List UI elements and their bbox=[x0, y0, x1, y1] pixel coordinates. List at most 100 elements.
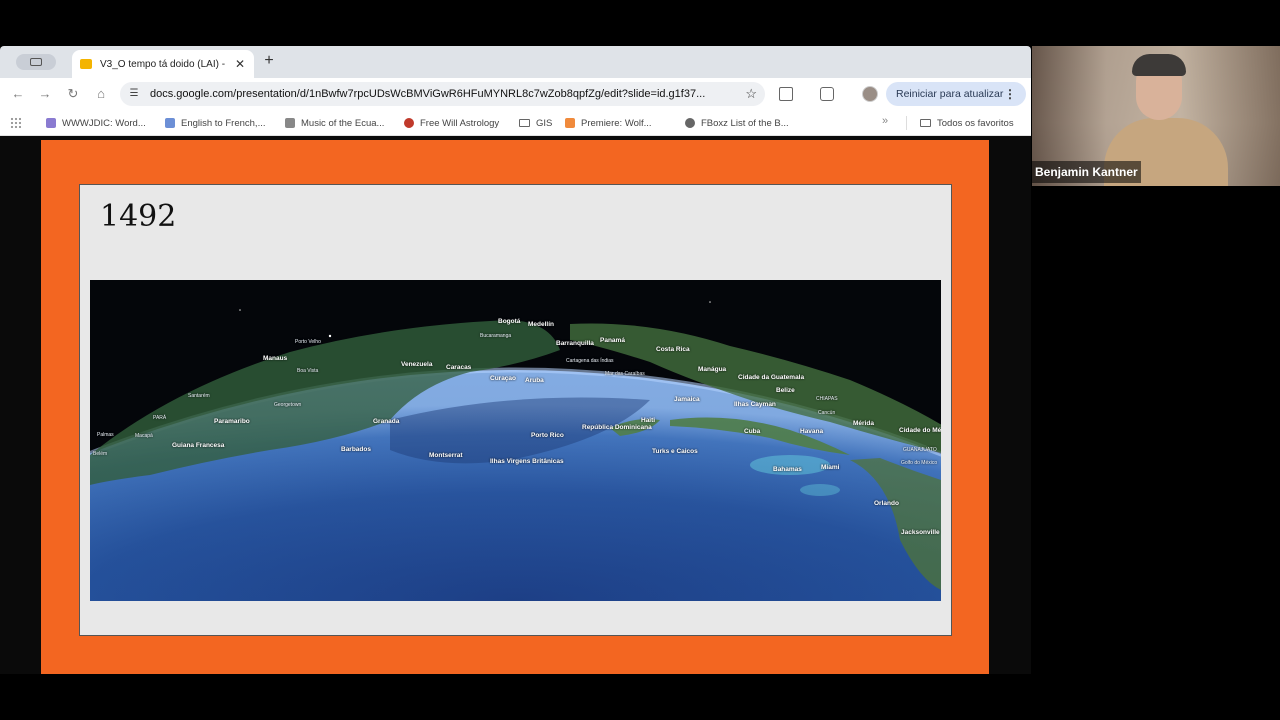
map-place-label: Ilhas Virgens Britânicas bbox=[490, 458, 564, 465]
bookmark-label: Premiere: Wolf... bbox=[581, 117, 652, 129]
map-place-label: Belém bbox=[93, 451, 108, 457]
more-bookmarks-chevron-icon[interactable]: » bbox=[882, 115, 888, 127]
map-place-label: Curaçao bbox=[490, 375, 517, 382]
map-place-label: Cidade da Guatemala bbox=[738, 374, 805, 381]
map-place-label: Golfo do México bbox=[901, 460, 938, 466]
map-place-label: Jacksonville bbox=[901, 529, 940, 536]
bookmarks-divider bbox=[906, 116, 907, 130]
bookmark-label: WWWJDIC: Word... bbox=[62, 117, 146, 129]
home-icon[interactable]: ⌂ bbox=[93, 86, 109, 102]
tab-title: V3_O tempo tá doido (LAI) - Go bbox=[100, 58, 228, 70]
profile-avatar[interactable] bbox=[862, 86, 878, 102]
site-settings-icon[interactable]: ☰ bbox=[128, 88, 140, 100]
apps-grid-icon[interactable] bbox=[10, 117, 21, 128]
map-place-label: Paramaribo bbox=[214, 418, 250, 425]
map-place-label: Palmas bbox=[97, 432, 114, 438]
map-place-label: Aruba bbox=[525, 377, 544, 384]
bookmark-item[interactable]: Free Will Astrology bbox=[404, 116, 499, 130]
earth-globe-graphic bbox=[90, 280, 941, 601]
wwwjdic-icon bbox=[46, 118, 56, 128]
wr-icon bbox=[165, 118, 175, 128]
new-tab-button[interactable]: + bbox=[262, 53, 276, 69]
reload-icon[interactable]: ↻ bbox=[65, 86, 81, 102]
url-text[interactable]: docs.google.com/presentation/d/1nBwfw7rp… bbox=[150, 88, 739, 100]
all-bookmarks-button[interactable]: Todos os favoritos bbox=[920, 116, 1014, 130]
map-place-label: Cartagena das Índias bbox=[566, 358, 614, 364]
music-icon bbox=[285, 118, 295, 128]
bookmark-item[interactable]: English to French,... bbox=[165, 116, 265, 130]
map-place-label: Costa Rica bbox=[656, 346, 690, 353]
screen: V3_O tempo tá doido (LAI) - Go ✕ + ← → ↻… bbox=[0, 0, 1280, 720]
forward-arrow-icon[interactable]: → bbox=[37, 86, 53, 102]
map-place-label: Cancún bbox=[818, 410, 836, 416]
map-place-label: Santarém bbox=[188, 393, 210, 399]
folder-icon bbox=[519, 119, 530, 127]
restart-to-update-button[interactable]: Reiniciar para atualizar ⋮ bbox=[886, 82, 1026, 106]
bookmark-label: Free Will Astrology bbox=[420, 117, 500, 129]
all-bookmarks-label: Todos os favoritos bbox=[937, 117, 1014, 129]
map-place-label: Jamaica bbox=[674, 396, 700, 403]
globe-icon bbox=[685, 118, 695, 128]
map-place-label: Guiana Francesa bbox=[172, 442, 225, 449]
participant-cap bbox=[1132, 54, 1186, 76]
back-arrow-icon[interactable]: ← bbox=[10, 86, 26, 102]
bookmarks-bar: WWWJDIC: Word... English to French,... Mus… bbox=[0, 110, 1031, 136]
tab-close-icon[interactable]: ✕ bbox=[234, 57, 246, 71]
bookmark-item[interactable]: WWWJDIC: Word... bbox=[46, 116, 146, 130]
bookmark-item[interactable]: Music of the Ecua... bbox=[285, 116, 384, 130]
map-place-label: Bogotá bbox=[498, 318, 521, 325]
map-place-label: Montserrat bbox=[429, 452, 463, 459]
bookmark-item[interactable]: FBoxz List of the B... bbox=[685, 116, 789, 130]
menu-kebab-icon[interactable]: ⋮ bbox=[1004, 87, 1016, 101]
map-place-label: República Dominicana bbox=[582, 424, 652, 431]
address-bar[interactable]: ☰ docs.google.com/presentation/d/1nBwfw7… bbox=[120, 82, 765, 106]
map-place-label: Venezuela bbox=[401, 361, 433, 368]
bookmark-item[interactable]: Premiere: Wolf... bbox=[565, 116, 652, 130]
map-place-label: PARÁ bbox=[153, 415, 167, 421]
map-place-label: Cidade do México bbox=[899, 427, 941, 434]
slide-title: 1492 bbox=[100, 199, 177, 234]
presentation-viewport: 1492 Bogotá Medellín Bucaramanga Porto V… bbox=[0, 140, 1031, 674]
browser-toolbar: ← → ↻ ⌂ ☰ docs.google.com/presentation/d… bbox=[0, 78, 1031, 110]
map-place-label: Havana bbox=[800, 428, 824, 435]
map-place-label: GUANAJUATO bbox=[903, 447, 937, 453]
restart-to-update-label: Reiniciar para atualizar bbox=[896, 88, 1004, 100]
map-place-label: Bucaramanga bbox=[480, 333, 512, 339]
map-place-label: Belize bbox=[776, 387, 795, 394]
tab-search-button[interactable] bbox=[16, 54, 56, 70]
map-place-label: Orlando bbox=[874, 500, 899, 507]
map-place-label: Mar das Caraíbas bbox=[605, 371, 645, 377]
tab-slides[interactable]: V3_O tempo tá doido (LAI) - Go ✕ bbox=[72, 50, 254, 78]
map-place-label: Barranquilla bbox=[556, 340, 594, 347]
tab-strip: V3_O tempo tá doido (LAI) - Go ✕ + bbox=[0, 46, 1031, 78]
map-place-label: Ilhas Cayman bbox=[734, 401, 776, 408]
bookmark-label: FBoxz List of the B... bbox=[701, 117, 789, 129]
slides-favicon-icon bbox=[80, 59, 92, 69]
map-place-label: Caracas bbox=[446, 364, 472, 371]
map-place-label: Georgetown bbox=[274, 402, 302, 408]
premiere-icon bbox=[565, 118, 575, 128]
map-place-label: Mérida bbox=[853, 420, 874, 427]
bookmark-label: GIS bbox=[536, 117, 553, 129]
map-place-label: CHIAPAS bbox=[816, 396, 838, 402]
bookmark-item[interactable]: GIS bbox=[519, 116, 552, 130]
map-place-label: Granada bbox=[373, 418, 400, 425]
participant-name-label: Benjamin Kantner bbox=[1032, 161, 1141, 183]
slide-content-card: 1492 Bogotá Medellín Bucaramanga Porto V… bbox=[79, 184, 952, 636]
map-place-label: Manaus bbox=[263, 355, 288, 362]
map-place-label: Macapá bbox=[135, 433, 153, 439]
map-place-label: Porto Rico bbox=[531, 432, 564, 439]
map-place-label: Bahamas bbox=[773, 466, 802, 473]
bookmark-star-icon[interactable]: ☆ bbox=[745, 86, 757, 102]
heart-icon bbox=[404, 118, 414, 128]
map-place-label: Medellín bbox=[528, 321, 555, 328]
map-place-label: Haiti bbox=[641, 417, 656, 424]
map-place-label: Manágua bbox=[698, 366, 727, 373]
map-place-label: Porto Velho bbox=[295, 339, 321, 345]
tab-search-lens-icon[interactable] bbox=[820, 87, 834, 101]
folder-icon bbox=[920, 119, 931, 127]
bookmark-label: English to French,... bbox=[181, 117, 266, 129]
earth-satellite-image: Bogotá Medellín Bucaramanga Porto Velho Mana… bbox=[90, 280, 941, 601]
extensions-icon[interactable] bbox=[779, 87, 793, 101]
map-place-label: Miami bbox=[821, 464, 840, 471]
